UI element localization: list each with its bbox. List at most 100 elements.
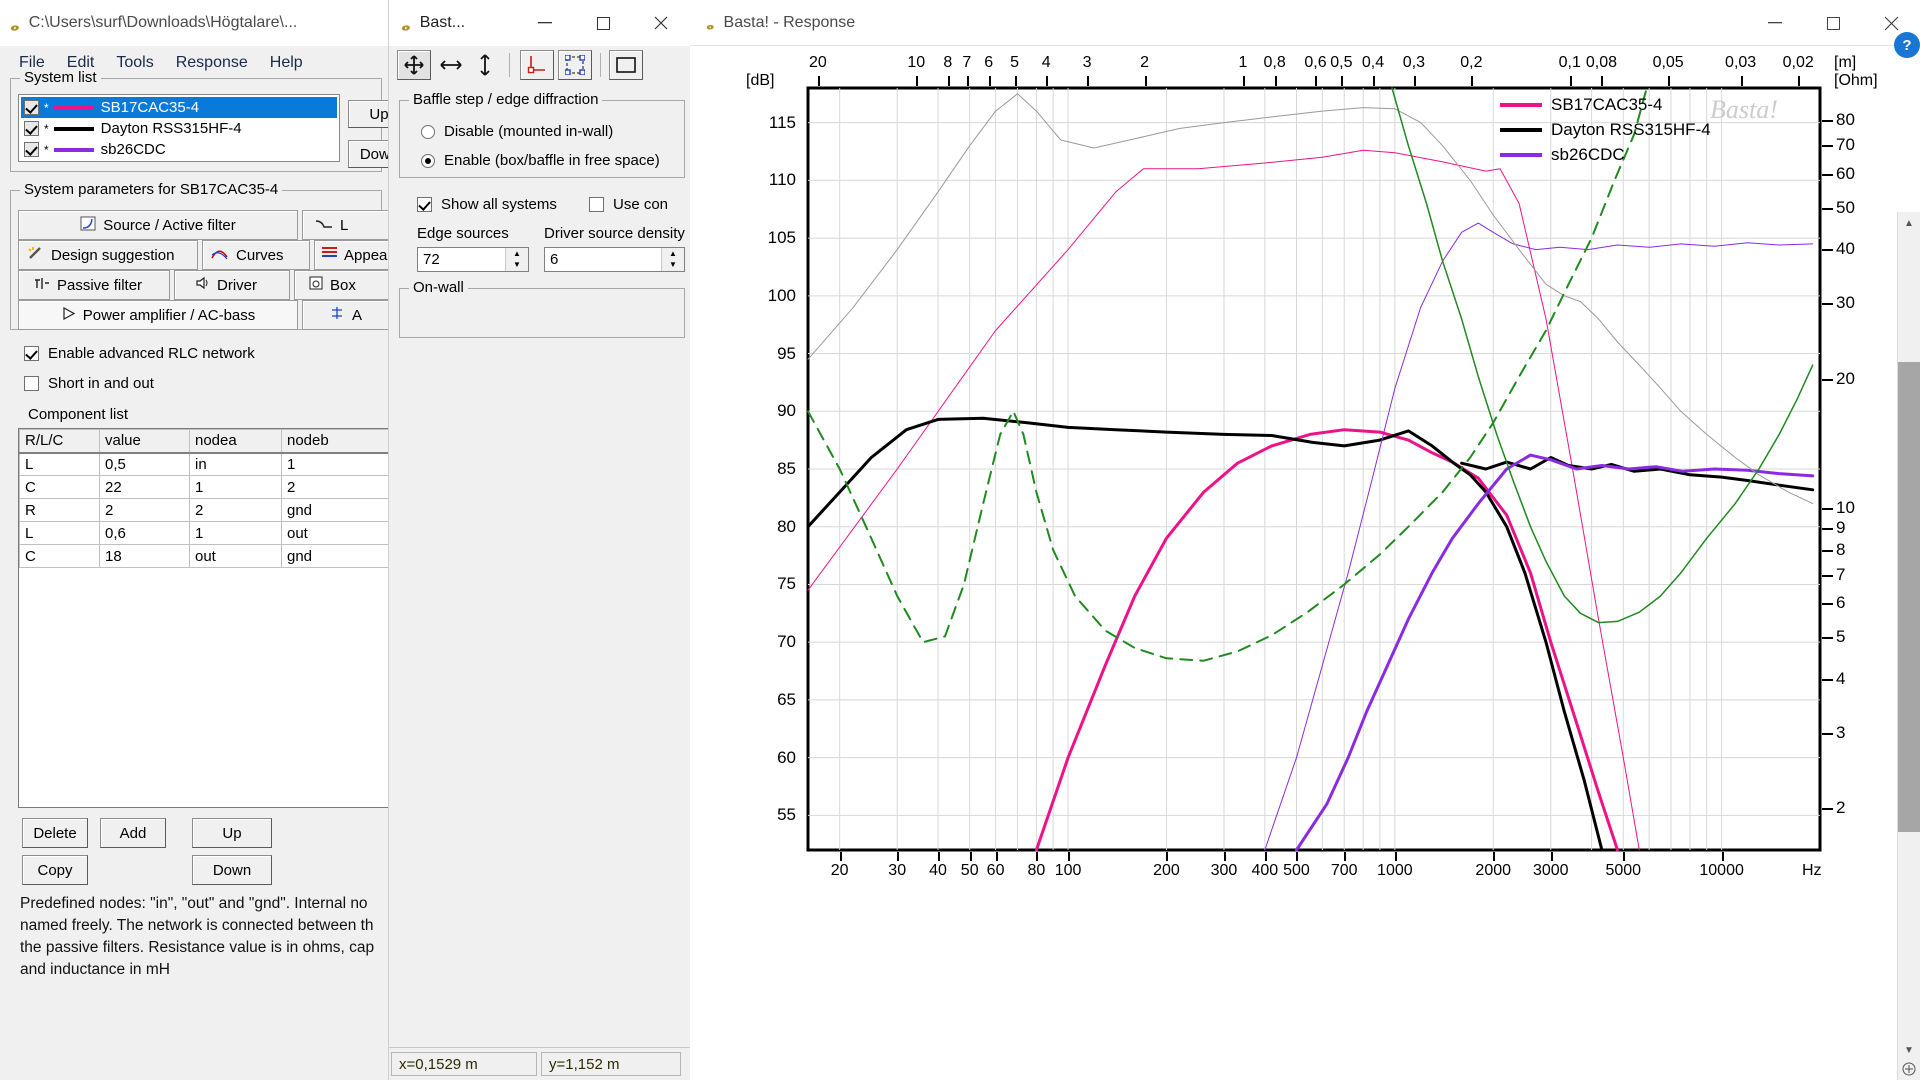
move-tool-icon[interactable] xyxy=(397,50,431,80)
add-button[interactable]: Add xyxy=(100,818,166,848)
table-cell[interactable]: R xyxy=(19,498,100,522)
stepper-up-icon[interactable]: ▲ xyxy=(506,248,528,260)
baffle-enable-row[interactable]: Enable (box/baffle in free space) xyxy=(421,152,660,169)
edge-sources-stepper[interactable]: 72 ▲ ▼ xyxy=(417,247,529,272)
tab-curves[interactable]: Curves xyxy=(202,240,310,270)
system-list-box[interactable]: * SB17CAC35-4 * Dayton RSS315HF-4 * sb26… xyxy=(18,94,340,162)
baffle-disable-radio[interactable] xyxy=(421,124,435,139)
show-all-systems-checkbox[interactable] xyxy=(417,197,432,212)
edge-sources-arrows[interactable]: ▲ ▼ xyxy=(505,248,528,271)
component-list-container[interactable]: R/L/C value nodea nodeb L 0,5 in 1 C 22 1 2 R 2 2 g… xyxy=(18,428,396,808)
maximize-button[interactable] xyxy=(574,0,632,46)
up-button[interactable]: Up xyxy=(192,818,272,848)
axis-origin-icon[interactable] xyxy=(520,50,554,80)
help-text: Predefined nodes: "in", "out" and "gnd".… xyxy=(20,895,375,978)
minimize-button[interactable] xyxy=(1746,0,1804,46)
tab-level[interactable]: L xyxy=(302,210,398,240)
scrollbar-thumb[interactable] xyxy=(1898,362,1920,832)
table-row[interactable]: C 22 1 2 xyxy=(19,475,395,499)
table-cell[interactable]: 0,5 xyxy=(99,452,190,476)
table-cell[interactable]: 2 xyxy=(99,498,190,522)
short-in-and-out-row[interactable]: Short in and out xyxy=(24,375,154,392)
tab-align[interactable]: A xyxy=(302,300,398,330)
tab-driver[interactable]: Driver xyxy=(174,270,290,300)
zoom-control-icon[interactable] xyxy=(1898,1058,1920,1080)
table-cell[interactable]: out xyxy=(189,544,282,568)
driver-source-density-value[interactable]: 6 xyxy=(545,251,661,268)
tab-box[interactable]: Box xyxy=(294,270,398,300)
stepper-up-icon[interactable]: ▲ xyxy=(662,248,684,260)
table-cell[interactable]: 18 xyxy=(99,544,190,568)
table-row[interactable]: R 2 2 gnd xyxy=(19,498,395,522)
chart-vertical-scrollbar[interactable]: ▲ ▼ xyxy=(1897,212,1920,1080)
chart-x-tickmark xyxy=(995,852,998,861)
chart-x-top-tickmark xyxy=(1740,76,1743,86)
system-enabled-checkbox[interactable] xyxy=(24,121,39,136)
table-cell[interactable]: 1 xyxy=(189,475,282,499)
table-cell[interactable]: 0,6 xyxy=(99,521,190,545)
enable-advanced-rlc-checkbox[interactable] xyxy=(24,346,39,361)
chart-y2-axis-label: [Ohm] xyxy=(1834,72,1878,89)
table-header-row: R/L/C value nodea nodeb xyxy=(19,429,395,454)
table-cell[interactable]: 22 xyxy=(99,475,190,499)
table-cell[interactable]: 2 xyxy=(189,498,282,522)
tab-source-active-filter[interactable]: Source / Active filter xyxy=(18,210,298,240)
table-row[interactable]: L 0,5 in 1 xyxy=(19,452,395,476)
table-cell[interactable]: C xyxy=(19,475,100,499)
tab-power-amplifier[interactable]: Power amplifier / AC-bass xyxy=(18,300,298,330)
tab-passive-filter[interactable]: Passive filter xyxy=(18,270,170,300)
short-in-and-out-checkbox[interactable] xyxy=(24,376,39,391)
table-row[interactable]: C 18 out gnd xyxy=(19,544,395,568)
table-cell[interactable]: in xyxy=(189,452,282,476)
edge-sources-value[interactable]: 72 xyxy=(418,251,505,268)
delete-button[interactable]: Delete xyxy=(22,818,88,848)
copy-button[interactable]: Copy xyxy=(22,855,88,885)
use-con-checkbox[interactable] xyxy=(589,197,604,212)
down-button[interactable]: Down xyxy=(192,855,272,885)
table-cell[interactable]: L xyxy=(19,452,100,476)
table-cell[interactable]: 2 xyxy=(281,475,395,499)
vertical-resize-icon[interactable] xyxy=(471,50,499,80)
chart-y2-tick: 4 xyxy=(1836,669,1846,689)
table-cell[interactable]: gnd xyxy=(281,544,395,568)
chart-y2-tickmark xyxy=(1822,378,1833,381)
table-cell[interactable]: gnd xyxy=(281,498,395,522)
tab-design-suggestion[interactable]: Design suggestion xyxy=(18,240,198,270)
chart-y2-tick: 30 xyxy=(1836,293,1855,313)
minimize-button[interactable] xyxy=(516,0,574,46)
use-con-row[interactable]: Use con xyxy=(589,196,668,213)
table-cell[interactable]: C xyxy=(19,544,100,568)
enable-advanced-rlc-row[interactable]: Enable advanced RLC network xyxy=(24,345,255,362)
tab-appearance[interactable]: Appea xyxy=(314,240,398,270)
maximize-button[interactable] xyxy=(1804,0,1862,46)
show-all-systems-row[interactable]: Show all systems xyxy=(417,196,557,213)
grid-points-icon[interactable] xyxy=(558,50,592,80)
response-chart[interactable]: Basta! 115 110 105 100 95 90 85 80 75 70 65 60 55 [dB]… xyxy=(690,50,1920,1060)
system-list-item-0[interactable]: * SB17CAC35-4 xyxy=(21,97,337,118)
menu-item-help[interactable]: Help xyxy=(259,51,314,75)
menu-item-tools[interactable]: Tools xyxy=(105,51,164,75)
box-icon xyxy=(309,276,323,294)
scroll-up-arrow-icon[interactable]: ▲ xyxy=(1898,212,1920,234)
system-list-item-2[interactable]: * sb26CDC xyxy=(21,139,337,160)
horizontal-resize-icon[interactable] xyxy=(435,50,467,80)
driver-source-density-stepper[interactable]: 6 ▲ ▼ xyxy=(544,247,685,272)
menu-item-response[interactable]: Response xyxy=(165,51,259,75)
stepper-down-icon[interactable]: ▼ xyxy=(662,260,684,272)
stepper-down-icon[interactable]: ▼ xyxy=(506,260,528,272)
system-enabled-checkbox[interactable] xyxy=(24,100,39,115)
close-button[interactable] xyxy=(632,0,690,46)
table-cell[interactable]: L xyxy=(19,521,100,545)
scroll-down-arrow-icon[interactable]: ▼ xyxy=(1898,1045,1920,1056)
system-enabled-checkbox[interactable] xyxy=(24,142,39,157)
rectangle-icon[interactable] xyxy=(609,50,643,80)
table-cell[interactable]: 1 xyxy=(281,452,395,476)
baffle-enable-radio[interactable] xyxy=(421,153,435,168)
table-row[interactable]: L 0,6 1 out xyxy=(19,521,395,545)
driver-density-arrows[interactable]: ▲ ▼ xyxy=(661,248,684,271)
baffle-disable-row[interactable]: Disable (mounted in-wall) xyxy=(421,123,613,140)
chart-y-tick: 90 xyxy=(777,401,796,421)
table-cell[interactable]: out xyxy=(281,521,395,545)
system-list-item-1[interactable]: * Dayton RSS315HF-4 xyxy=(21,118,337,139)
table-cell[interactable]: 1 xyxy=(189,521,282,545)
